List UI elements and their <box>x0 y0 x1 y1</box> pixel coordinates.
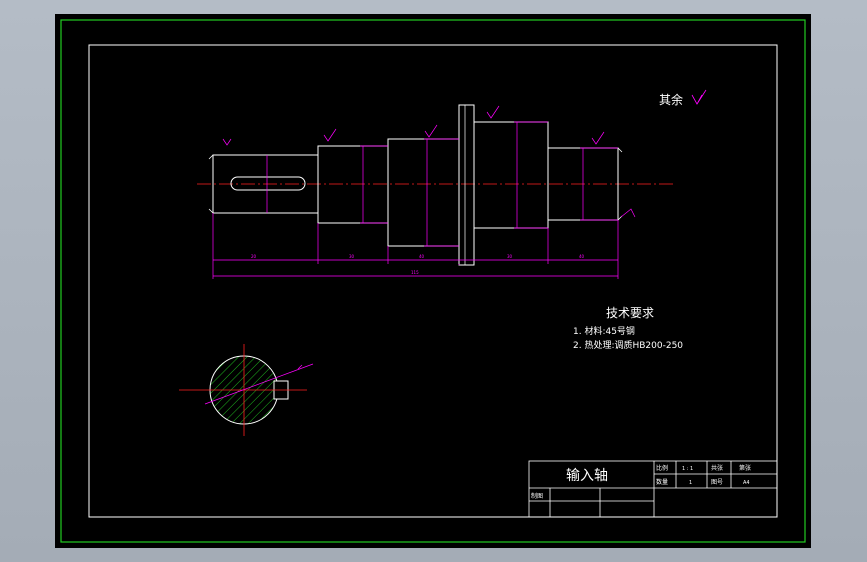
tech-requirement-1: 1. 材料:45号钢 <box>573 325 635 337</box>
shaft-collar <box>458 104 475 266</box>
surface-finish-note: 其余 <box>659 92 683 107</box>
svg-text:115: 115 <box>411 270 419 275</box>
quantity-label: 数量 <box>656 478 668 486</box>
material-value: A4 <box>743 480 750 486</box>
material-label: 图号 <box>711 479 723 486</box>
svg-text:30: 30 <box>349 254 355 259</box>
drawn-by-label: 制图 <box>531 492 543 500</box>
dimensions: 20 30 40 30 40 115 <box>212 105 636 279</box>
scale-label: 比例 <box>656 464 668 472</box>
shaft-segment-2 <box>317 145 389 224</box>
surface-finish-symbol <box>691 89 707 105</box>
drawing-frame <box>88 44 778 518</box>
drawing-sheet[interactable]: 20 30 40 30 40 115 其余 技术要求 1. 材料:45号钢 2.… <box>55 14 811 548</box>
keyway-slot <box>230 176 306 191</box>
tech-requirements-title: 技术要求 <box>606 306 654 320</box>
shaft-segment-4 <box>473 121 549 229</box>
quantity-value: 1 <box>689 480 692 486</box>
sheet-label-2: 第张 <box>739 464 751 472</box>
part-name: 输入轴 <box>566 468 608 484</box>
svg-text:20: 20 <box>251 254 257 259</box>
shaft-cross-section <box>179 344 314 436</box>
svg-text:30: 30 <box>507 254 513 259</box>
drawing-canvas[interactable]: 20 30 40 30 40 115 其余 技术要求 1. 材料:45号钢 2.… <box>55 14 811 548</box>
scale-value: 1 : 1 <box>682 466 693 472</box>
shaft-segment-3 <box>387 138 460 247</box>
svg-text:40: 40 <box>579 254 585 259</box>
sheet-label: 共张 <box>711 464 723 472</box>
svg-text:40: 40 <box>419 254 425 259</box>
tech-requirement-2: 2. 热处理:调质HB200-250 <box>573 339 683 351</box>
shaft-main-view <box>197 104 675 266</box>
cad-viewport[interactable]: 20 30 40 30 40 115 其余 技术要求 1. 材料:45号钢 2.… <box>0 0 867 562</box>
